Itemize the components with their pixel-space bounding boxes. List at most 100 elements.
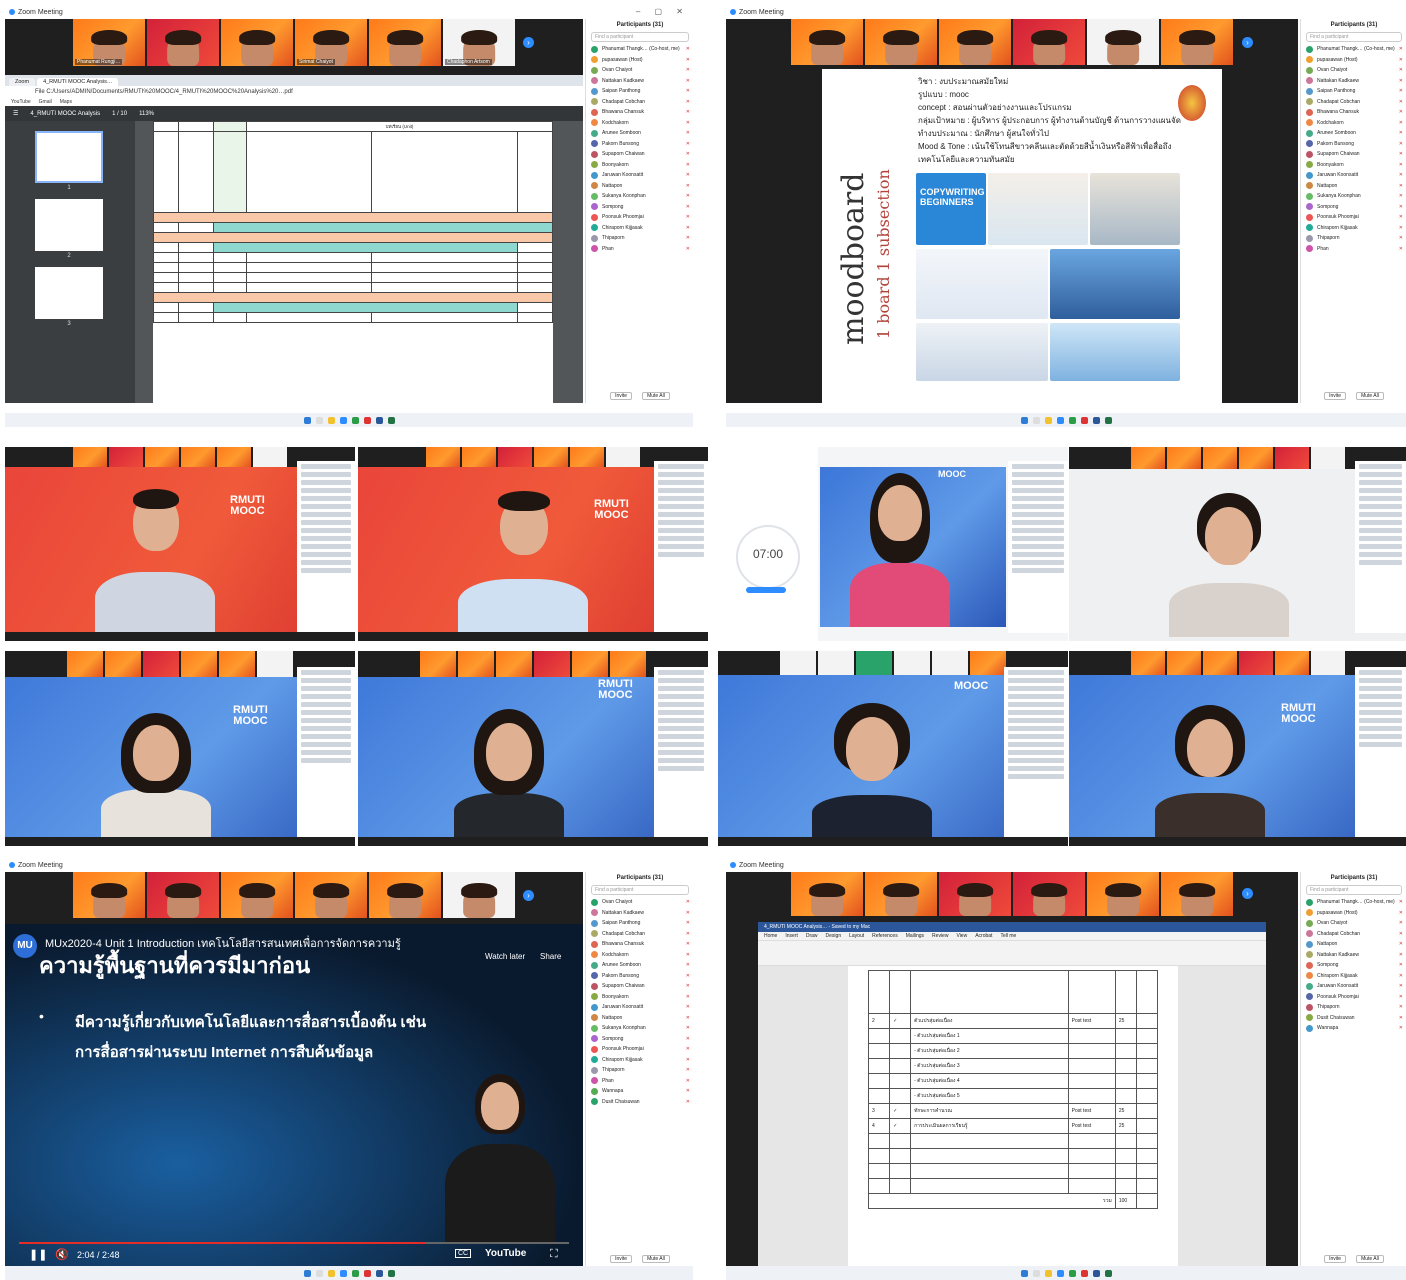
window-controls[interactable]: – ▢ ✕ xyxy=(636,7,689,16)
participant-row[interactable]: Phanumat Thangk… (Co-host, me) ✕ xyxy=(586,44,693,55)
participant-row[interactable]: Ovan Chaiyot ✕ xyxy=(1301,918,1406,929)
participant-row[interactable]: pupasawan (Host) ✕ xyxy=(586,55,693,66)
participant-row[interactable]: Wannapa ✕ xyxy=(1301,1023,1406,1034)
gallery-tile[interactable]: Sirimat Chaiyot xyxy=(295,19,367,66)
participant-row[interactable]: Ovan Chaiyot ✕ xyxy=(1301,65,1406,76)
play-pause-icon[interactable]: ❚❚ xyxy=(29,1248,47,1261)
mute-all-button[interactable]: Mute All xyxy=(1356,392,1384,400)
participant-row[interactable]: Sompong ✕ xyxy=(586,202,693,213)
participant-row[interactable]: Thipaporn ✕ xyxy=(586,233,693,244)
bookmark[interactable]: Maps xyxy=(60,99,72,105)
invite-button[interactable]: Invite xyxy=(610,1255,633,1263)
gallery-tile[interactable] xyxy=(221,19,293,66)
youtube-logo[interactable]: YouTube xyxy=(485,1248,526,1259)
participant-row[interactable]: Ovan Chaiyot ✕ xyxy=(586,897,693,908)
menu-item[interactable]: Design xyxy=(826,933,842,939)
participant-search-input[interactable]: Find a participant xyxy=(591,885,689,895)
participant-row[interactable]: Wannapa ✕ xyxy=(586,1086,693,1097)
participant-row[interactable]: Pakorn Bunsong ✕ xyxy=(1301,139,1406,150)
invite-button[interactable]: Invite xyxy=(1324,1255,1347,1263)
next-page-icon[interactable]: › xyxy=(1242,37,1253,48)
participant-row[interactable]: Phan ✕ xyxy=(586,1076,693,1087)
participant-row[interactable]: Bhawana Chansuk ✕ xyxy=(586,939,693,950)
menu-item[interactable]: Tell me xyxy=(1000,933,1016,939)
participant-row[interactable]: Pakorn Bunsong ✕ xyxy=(586,139,693,150)
menu-item[interactable]: Home xyxy=(764,933,777,939)
participant-row[interactable]: Nattapon ✕ xyxy=(586,181,693,192)
invite-button[interactable]: Invite xyxy=(1324,392,1347,400)
participant-row[interactable]: Nattakan Kadkaew ✕ xyxy=(1301,76,1406,87)
windows-start-icon[interactable] xyxy=(1020,1269,1028,1277)
captions-icon[interactable]: CC xyxy=(455,1249,472,1258)
participant-row[interactable]: Dusit Chaisuwan ✕ xyxy=(1301,1013,1406,1024)
next-page-icon[interactable]: › xyxy=(1242,888,1253,899)
participant-row[interactable]: Nattapon ✕ xyxy=(586,1013,693,1024)
participant-row[interactable]: Phan ✕ xyxy=(1301,244,1406,255)
participant-row[interactable]: Thipaporn ✕ xyxy=(586,1065,693,1076)
mute-all-button[interactable]: Mute All xyxy=(642,392,670,400)
participant-row[interactable]: Jaruwan Koonsatit ✕ xyxy=(586,170,693,181)
address-bar[interactable]: File C:/Users/ADMIN/Documents/RMUTI%20MO… xyxy=(5,86,583,97)
participant-row[interactable]: Ovan Chaiyot ✕ xyxy=(586,65,693,76)
menu-item[interactable]: View xyxy=(956,933,967,939)
bookmark[interactable]: YouTube xyxy=(11,99,31,105)
gallery-tile[interactable] xyxy=(791,19,863,65)
fullscreen-icon[interactable]: ⛶ xyxy=(550,1248,558,1261)
participant-row[interactable]: Phanumat Thangk… (Co-host, me) ✕ xyxy=(1301,897,1406,908)
menu-icon[interactable]: ☰ xyxy=(13,110,18,117)
participant-row[interactable]: Kodchakorn ✕ xyxy=(586,118,693,129)
participant-row[interactable]: Jaruwan Koonsatit ✕ xyxy=(586,1002,693,1013)
gallery-tile[interactable] xyxy=(865,19,937,65)
page-thumbnail[interactable]: 3 xyxy=(35,267,103,327)
page-indicator[interactable]: 1 / 10 xyxy=(112,111,127,117)
menu-item[interactable]: References xyxy=(872,933,898,939)
share-button[interactable]: Share xyxy=(540,952,561,961)
page-thumbnail[interactable]: 2 xyxy=(35,199,103,259)
menu-item[interactable]: Mailings xyxy=(906,933,924,939)
participant-row[interactable]: Chadapat Cobchan ✕ xyxy=(1301,929,1406,940)
windows-start-icon[interactable] xyxy=(303,1269,311,1277)
participant-row[interactable]: Sukanya Koonphan ✕ xyxy=(1301,191,1406,202)
gallery-tile[interactable] xyxy=(147,19,219,66)
participant-row[interactable]: Boonyakorn ✕ xyxy=(1301,160,1406,171)
mute-all-button[interactable]: Mute All xyxy=(1356,1255,1384,1263)
participant-row[interactable]: Nattakan Kadkaew ✕ xyxy=(586,76,693,87)
participant-row[interactable]: Arunee Somboon ✕ xyxy=(1301,128,1406,139)
participant-row[interactable]: Supaporn Chaiwan ✕ xyxy=(586,149,693,160)
participant-row[interactable]: Chadapat Cobchan ✕ xyxy=(1301,97,1406,108)
gallery-tile[interactable] xyxy=(939,19,1011,65)
page-thumbnail[interactable]: 1 xyxy=(35,131,103,191)
participant-row[interactable]: Thipaporn ✕ xyxy=(1301,1002,1406,1013)
participant-row[interactable]: Kodchakorn ✕ xyxy=(586,950,693,961)
start-button[interactable] xyxy=(746,587,786,593)
participant-row[interactable]: Chiraporn Kijjasak ✕ xyxy=(1301,971,1406,982)
participant-row[interactable]: Bhawana Chansuk ✕ xyxy=(586,107,693,118)
participant-row[interactable]: Chadapat Cobchan ✕ xyxy=(586,929,693,940)
participant-row[interactable]: Bhawana Chansuk ✕ xyxy=(1301,107,1406,118)
participant-row[interactable]: Poonsuk Phoomjai ✕ xyxy=(1301,992,1406,1003)
participant-row[interactable]: Arunee Somboon ✕ xyxy=(586,128,693,139)
browser-tab[interactable]: 4_RMUTI MOOC Analysis… xyxy=(37,78,119,86)
next-page-icon[interactable]: › xyxy=(523,890,534,901)
next-page-icon[interactable]: › xyxy=(523,37,534,48)
word-ribbon[interactable] xyxy=(758,941,1266,966)
participant-row[interactable]: Poonsuk Phoomjai ✕ xyxy=(1301,212,1406,223)
menu-item[interactable]: Draw xyxy=(806,933,818,939)
gallery-tile[interactable] xyxy=(1013,19,1085,65)
participant-row[interactable]: Arunee Somboon ✕ xyxy=(586,960,693,971)
watch-later-button[interactable]: Watch later xyxy=(485,952,525,961)
gallery-tile[interactable]: Chadaphon Artsom xyxy=(443,19,515,66)
participant-search-input[interactable]: Find a participant xyxy=(591,32,689,42)
participant-row[interactable]: Sompong ✕ xyxy=(1301,960,1406,971)
youtube-player[interactable]: MU MUx2020-4 Unit 1 Introduction เทคโนโล… xyxy=(5,924,583,1266)
windows-start-icon[interactable] xyxy=(303,416,311,424)
participant-row[interactable]: Chadapat Cobchan ✕ xyxy=(586,97,693,108)
mute-all-button[interactable]: Mute All xyxy=(642,1255,670,1263)
participant-row[interactable]: Boonyakorn ✕ xyxy=(586,160,693,171)
gallery-tile[interactable] xyxy=(1161,19,1233,65)
menu-item[interactable]: Insert xyxy=(785,933,798,939)
participant-row[interactable]: Chiraporn Kijjasak ✕ xyxy=(1301,223,1406,234)
participant-row[interactable]: Nattakan Kadkaew ✕ xyxy=(586,908,693,919)
menu-item[interactable]: Layout xyxy=(849,933,864,939)
participant-row[interactable]: Jaruwan Koonsatit ✕ xyxy=(1301,981,1406,992)
